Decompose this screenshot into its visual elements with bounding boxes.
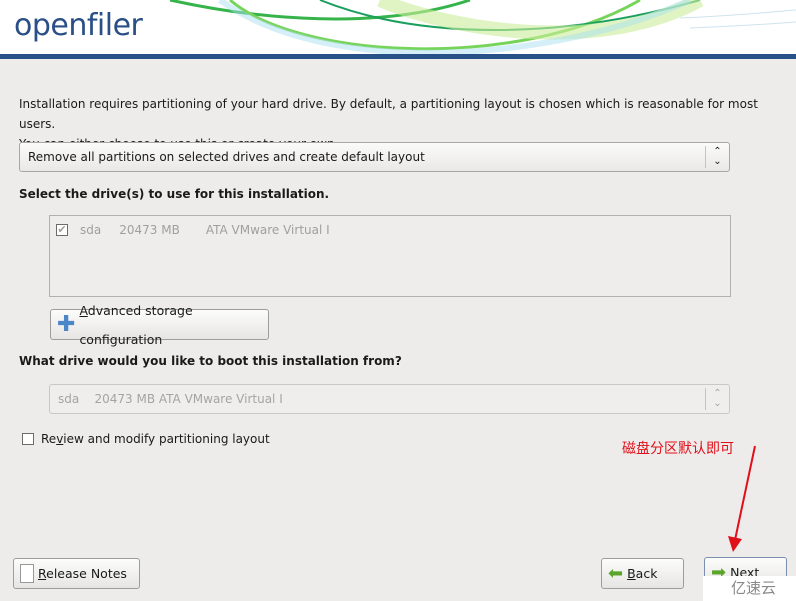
drives-label: Select the drive(s) to use for this inst… <box>19 187 330 201</box>
review-checkbox-row[interactable]: Review and modify partitioning layout <box>22 432 270 446</box>
intro-line-1: Installation requires partitioning of yo… <box>19 97 758 131</box>
plus-icon: ✚ <box>57 311 76 337</box>
document-icon <box>20 564 34 583</box>
annotation-text: 磁盘分区默认即可 <box>622 441 734 457</box>
boot-drive-value: sda 20473 MB ATA VMware Virtual I <box>58 392 283 406</box>
boot-drive-select[interactable]: sda 20473 MB ATA VMware Virtual I ⌃ ⌄ <box>49 384 730 414</box>
annotation-arrow-icon <box>728 445 756 552</box>
drive-checkbox[interactable]: ✔ <box>56 224 68 236</box>
watermark: 亿速云 <box>703 576 796 601</box>
openfiler-logo: openfiler <box>14 8 143 43</box>
header-divider <box>0 54 796 59</box>
updown-chevron-icon: ⌃ ⌄ <box>705 146 729 168</box>
drive-size: 20473 MB <box>119 223 180 237</box>
release-notes-button[interactable]: Release Notes <box>13 558 140 589</box>
back-button[interactable]: ⬅ Back <box>601 558 684 589</box>
header-banner: openfiler <box>0 0 796 55</box>
drive-row[interactable]: ✔ sda 20473 MB ATA VMware Virtual I <box>56 223 330 237</box>
review-checkbox[interactable] <box>22 433 34 445</box>
partition-layout-value: Remove all partitions on selected drives… <box>28 150 425 164</box>
drive-name: sda <box>80 223 102 237</box>
partition-layout-select[interactable]: Remove all partitions on selected drives… <box>19 142 730 172</box>
updown-chevron-icon: ⌃ ⌄ <box>705 388 729 410</box>
boot-label: What drive would you like to boot this i… <box>19 354 402 368</box>
back-arrow-icon: ⬅ <box>608 563 624 584</box>
drive-list[interactable]: ✔ sda 20473 MB ATA VMware Virtual I <box>49 215 731 297</box>
drive-model: ATA VMware Virtual I <box>205 223 330 237</box>
advanced-storage-button[interactable]: ✚ Advanced storage configuration <box>50 303 269 347</box>
